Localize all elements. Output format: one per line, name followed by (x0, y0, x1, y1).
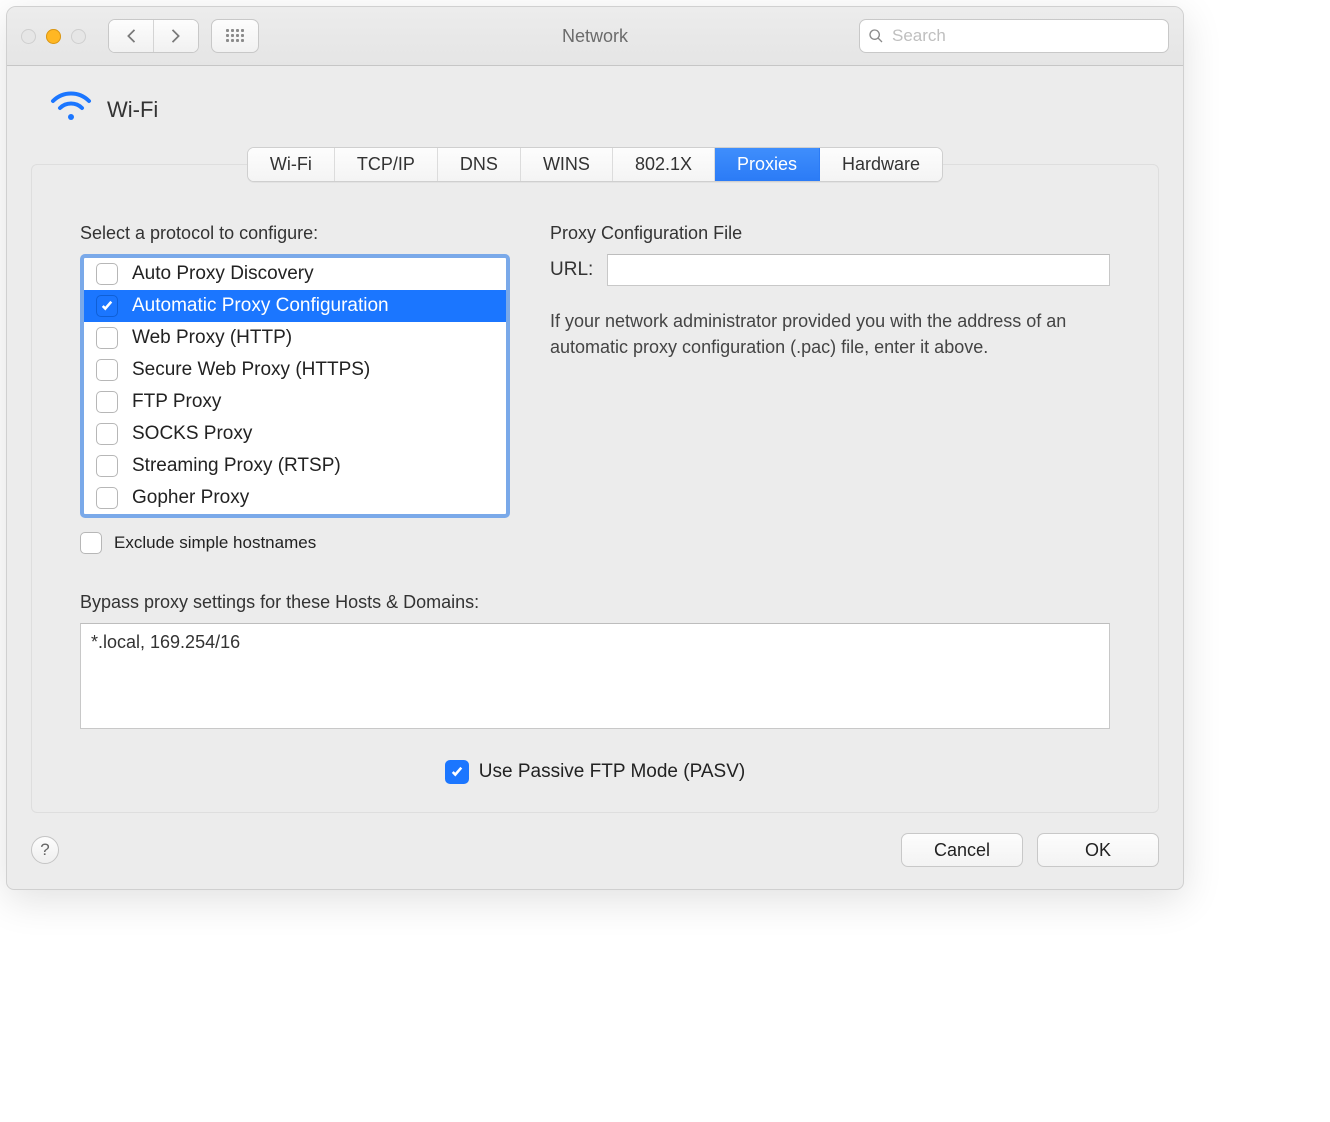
minimize-window-button[interactable] (46, 29, 61, 44)
proxies-panel: Select a protocol to configure: Auto Pro… (31, 164, 1159, 813)
exclude-simple-checkbox[interactable] (80, 532, 102, 554)
url-label: URL: (550, 259, 593, 281)
network-preferences-window: Network Wi-Fi Wi-FiTCP/IPDNSWINS802.1XPr… (6, 6, 1184, 890)
protocol-label: FTP Proxy (132, 391, 221, 413)
search-icon (868, 28, 884, 44)
protocol-checkbox[interactable] (96, 263, 118, 285)
protocol-label: Automatic Proxy Configuration (132, 295, 389, 317)
chevron-left-icon (124, 29, 138, 43)
protocol-checkbox[interactable] (96, 359, 118, 381)
interface-header: Wi-Fi (49, 90, 1159, 129)
protocol-checkbox[interactable] (96, 455, 118, 477)
passive-ftp-label: Use Passive FTP Mode (PASV) (479, 761, 745, 783)
protocol-label: Web Proxy (HTTP) (132, 327, 292, 349)
search-field-wrap[interactable] (859, 19, 1169, 53)
tab-hardware[interactable]: Hardware (820, 148, 942, 181)
window-title: Network (562, 26, 628, 47)
protocol-label: Auto Proxy Discovery (132, 263, 314, 285)
zoom-window-button[interactable] (71, 29, 86, 44)
tab-wins[interactable]: WINS (521, 148, 613, 181)
settings-tabs: Wi-FiTCP/IPDNSWINS802.1XProxiesHardware (247, 147, 943, 182)
protocol-list[interactable]: Auto Proxy Discovery Automatic Proxy Conf… (80, 254, 510, 518)
pac-description: If your network administrator provided y… (550, 308, 1110, 360)
protocol-row[interactable]: Gopher Proxy (84, 482, 506, 514)
protocol-row[interactable]: FTP Proxy (84, 386, 506, 418)
protocol-checkbox[interactable] (96, 295, 118, 317)
window-controls (21, 29, 86, 44)
protocol-checkbox[interactable] (96, 327, 118, 349)
protocol-row[interactable]: Auto Proxy Discovery (84, 258, 506, 290)
wifi-icon (49, 90, 93, 129)
window-body: Wi-Fi Wi-FiTCP/IPDNSWINS802.1XProxiesHar… (7, 66, 1183, 889)
protocol-row[interactable]: Streaming Proxy (RTSP) (84, 450, 506, 482)
interface-name: Wi-Fi (107, 97, 158, 123)
bypass-label: Bypass proxy settings for these Hosts & … (80, 592, 1110, 613)
protocol-row[interactable]: Web Proxy (HTTP) (84, 322, 506, 354)
ok-button[interactable]: OK (1037, 833, 1159, 867)
exclude-simple-row[interactable]: Exclude simple hostnames (80, 532, 510, 554)
protocol-label: Secure Web Proxy (HTTPS) (132, 359, 370, 381)
protocol-label: SOCKS Proxy (132, 423, 252, 445)
tab-dns[interactable]: DNS (438, 148, 521, 181)
back-button[interactable] (109, 20, 154, 52)
protocol-checkbox[interactable] (96, 487, 118, 509)
chevron-right-icon (169, 29, 183, 43)
protocol-row[interactable]: Automatic Proxy Configuration (84, 290, 506, 322)
select-protocol-label: Select a protocol to configure: (80, 223, 510, 244)
grid-icon (226, 29, 244, 43)
search-input[interactable] (890, 25, 1160, 47)
bypass-hosts-input[interactable] (80, 623, 1110, 729)
protocol-checkbox[interactable] (96, 423, 118, 445)
protocol-row[interactable]: SOCKS Proxy (84, 418, 506, 450)
protocol-label: Streaming Proxy (RTSP) (132, 455, 341, 477)
proxy-config-file-heading: Proxy Configuration File (550, 223, 1110, 244)
protocol-label: Gopher Proxy (132, 487, 249, 509)
nav-buttons (108, 19, 199, 53)
help-button[interactable]: ? (31, 836, 59, 864)
window-toolbar: Network (7, 7, 1183, 66)
tab-802-1x[interactable]: 802.1X (613, 148, 715, 181)
forward-button[interactable] (154, 20, 198, 52)
tab-proxies[interactable]: Proxies (715, 148, 820, 181)
cancel-button[interactable]: Cancel (901, 833, 1023, 867)
dialog-footer: ? Cancel OK (31, 833, 1159, 867)
show-all-button[interactable] (211, 19, 259, 53)
tab-wi-fi[interactable]: Wi-Fi (248, 148, 335, 181)
passive-ftp-row[interactable]: Use Passive FTP Mode (PASV) (80, 760, 1110, 784)
protocol-checkbox[interactable] (96, 391, 118, 413)
tab-tcp-ip[interactable]: TCP/IP (335, 148, 438, 181)
passive-ftp-checkbox[interactable] (445, 760, 469, 784)
close-window-button[interactable] (21, 29, 36, 44)
protocol-row[interactable]: Secure Web Proxy (HTTPS) (84, 354, 506, 386)
pac-url-input[interactable] (607, 254, 1110, 286)
exclude-simple-label: Exclude simple hostnames (114, 533, 316, 553)
